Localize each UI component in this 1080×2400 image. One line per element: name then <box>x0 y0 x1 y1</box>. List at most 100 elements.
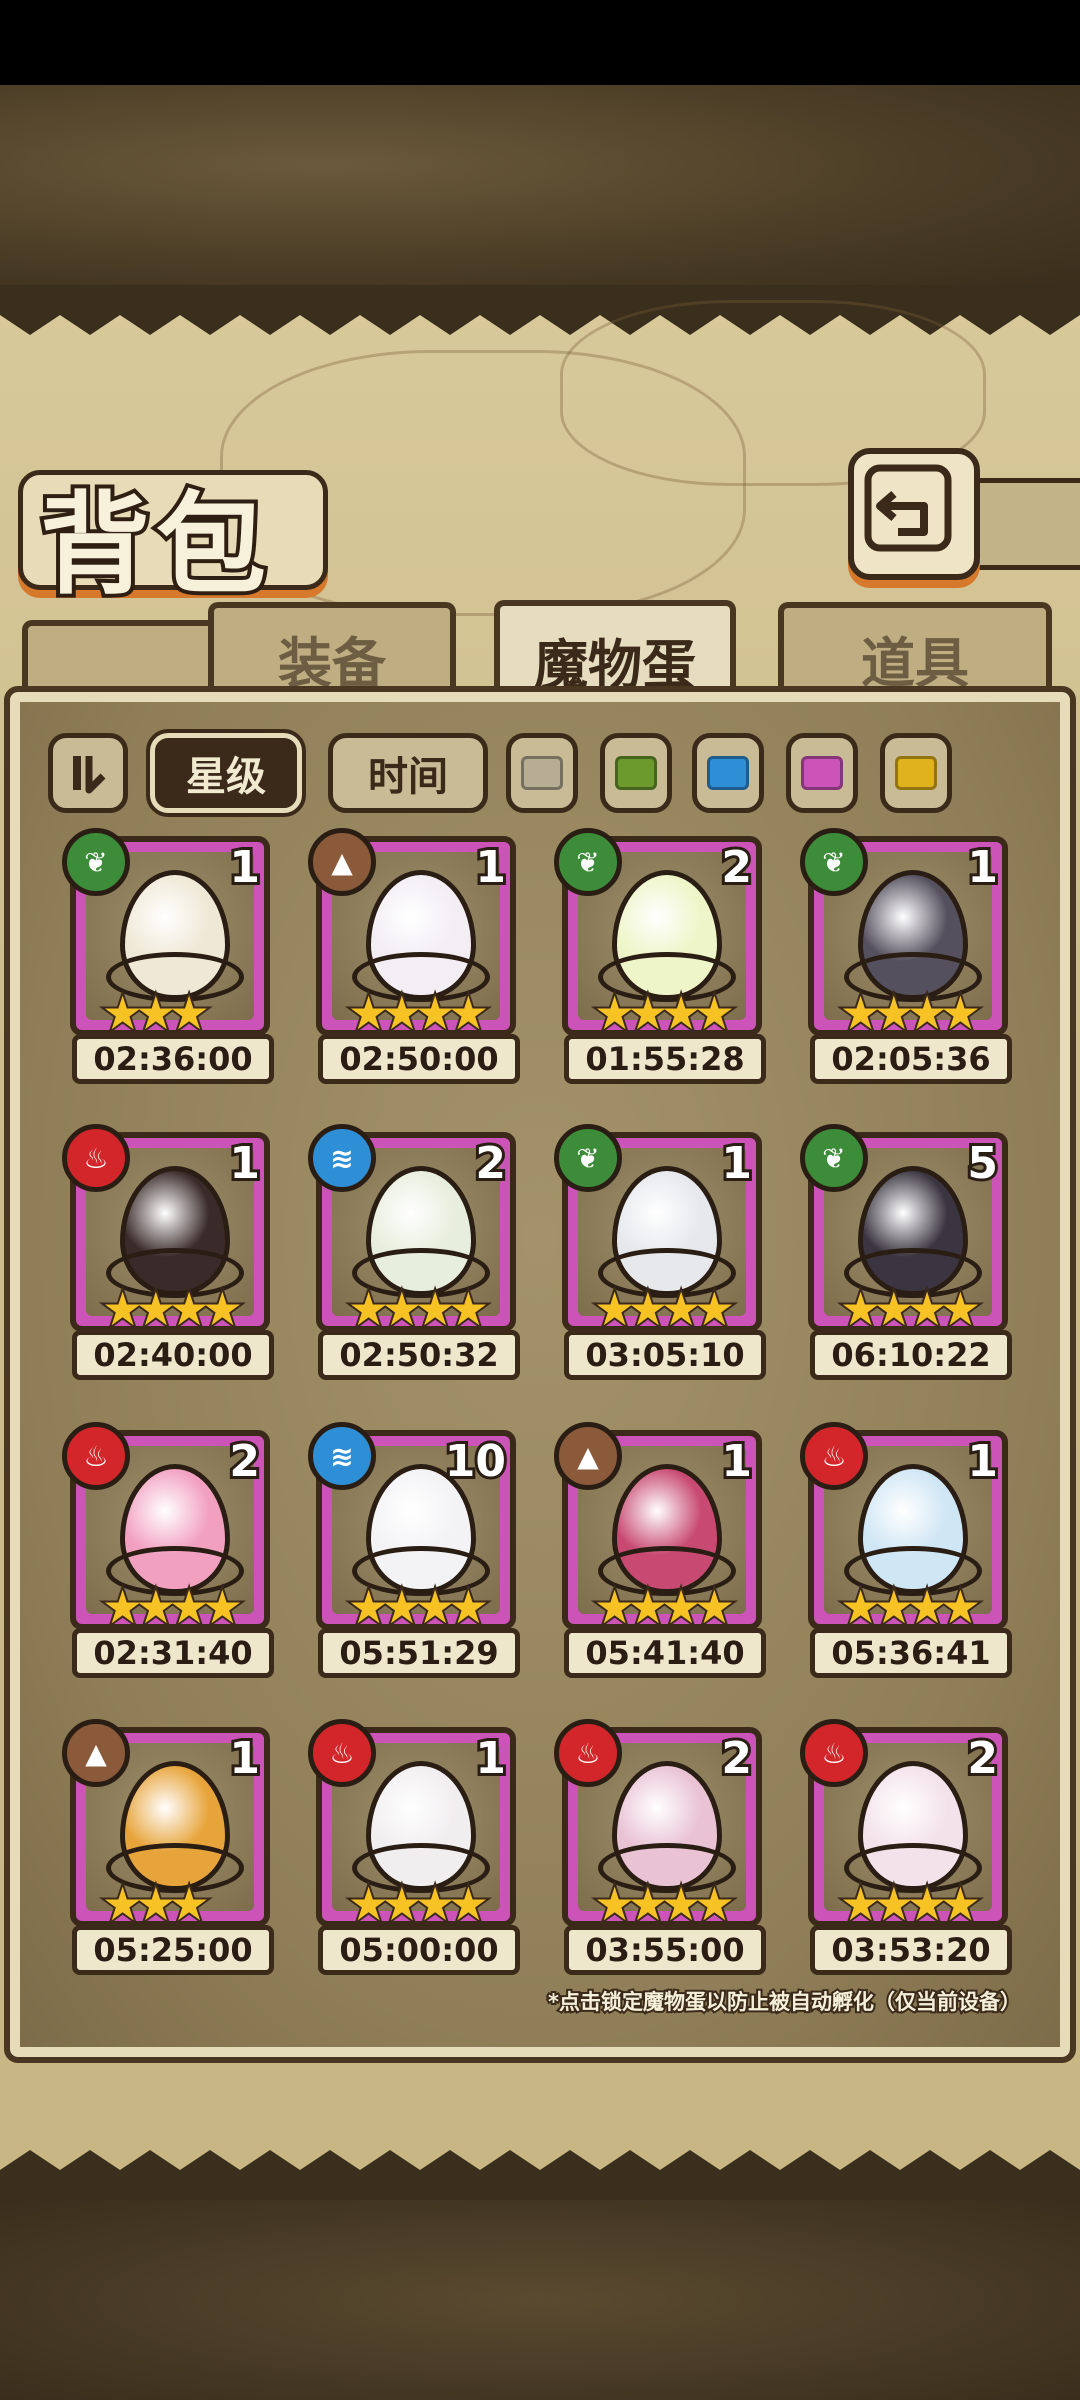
color-swatch <box>707 756 749 790</box>
element-earth-icon: ▲ <box>308 828 376 896</box>
hatch-timer: 05:41:40 <box>564 1628 766 1678</box>
zigzag-edge-bottom <box>0 2150 1080 2200</box>
hatch-timer: 02:50:00 <box>318 1034 520 1084</box>
egg-card[interactable]: 1 ★★★★ ▲ 02:50:00 <box>308 828 520 1084</box>
egg-card[interactable]: 1 ★★★★ ♨ 05:00:00 <box>308 1719 520 1975</box>
egg-star-rating: ★★★★ <box>838 1877 983 1931</box>
color-swatch <box>801 756 843 790</box>
color-swatch <box>615 756 657 790</box>
element-water-icon: ≋ <box>308 1422 376 1490</box>
element-leaf-icon: ❦ <box>62 828 130 896</box>
egg-count: 10 <box>442 1436 509 1487</box>
element-water-icon: ≋ <box>308 1124 376 1192</box>
egg-count: 1 <box>718 1436 755 1487</box>
element-earth-icon: ▲ <box>62 1719 130 1787</box>
egg-star-rating: ★★★★ <box>838 986 983 1040</box>
egg-star-rating: ★★★★ <box>838 1282 983 1336</box>
element-fire-icon: ♨ <box>800 1422 868 1490</box>
sort-by-time-button[interactable]: 时间 <box>328 733 488 813</box>
element-fire-icon: ♨ <box>800 1719 868 1787</box>
return-icon <box>864 464 952 552</box>
element-fire-icon: ♨ <box>62 1422 130 1490</box>
lock-hint-text: *点击锁定魔物蛋以防止被自动孵化（仅当前设备） <box>546 1988 1023 2016</box>
egg-count: 2 <box>718 842 755 893</box>
back-button-bar <box>968 478 1080 570</box>
color-filter-gray[interactable] <box>506 733 578 813</box>
hatch-timer: 03:53:20 <box>810 1925 1012 1975</box>
egg-star-rating: ★★★★ <box>592 986 737 1040</box>
egg-count: 1 <box>964 842 1001 893</box>
hatch-timer: 05:36:41 <box>810 1628 1012 1678</box>
egg-star-rating: ★★★ <box>100 986 212 1040</box>
egg-card[interactable]: 2 ★★★★ ♨ 03:55:00 <box>554 1719 766 1975</box>
egg-star-rating: ★★★ <box>100 1877 212 1931</box>
egg-card[interactable]: 1 ★★★ ▲ 05:25:00 <box>62 1719 274 1975</box>
egg-card[interactable]: 2 ★★★★ ≋ 02:50:32 <box>308 1124 520 1380</box>
egg-card[interactable]: 2 ★★★★ ♨ 02:31:40 <box>62 1422 274 1678</box>
egg-star-rating: ★★★★ <box>592 1580 737 1634</box>
egg-count: 2 <box>718 1733 755 1784</box>
egg-card[interactable]: 1 ★★★★ ♨ 05:36:41 <box>800 1422 1012 1678</box>
sort-by-stars-button[interactable]: 星级 <box>146 729 306 817</box>
egg-card[interactable]: 1 ★★★★ ❦ 02:05:36 <box>800 828 1012 1084</box>
color-swatch <box>521 756 563 790</box>
tab-label: 魔物蛋 <box>534 633 696 697</box>
egg-star-rating: ★★★★ <box>592 1282 737 1336</box>
hatch-timer: 01:55:28 <box>564 1034 766 1084</box>
background-map-top <box>0 85 1080 285</box>
egg-card[interactable]: 1 ★★★★ ♨ 02:40:00 <box>62 1124 274 1380</box>
color-swatch <box>895 756 937 790</box>
hatch-timer: 02:31:40 <box>72 1628 274 1678</box>
egg-star-rating: ★★★★ <box>346 1580 491 1634</box>
tab-label: 道具 <box>861 631 969 695</box>
element-leaf-icon: ❦ <box>554 1124 622 1192</box>
egg-count: 1 <box>472 1733 509 1784</box>
egg-card[interactable]: 2 ★★★★ ❦ 01:55:28 <box>554 828 766 1084</box>
hatch-timer: 03:05:10 <box>564 1330 766 1380</box>
egg-count: 5 <box>964 1138 1001 1189</box>
hatch-timer: 05:51:29 <box>318 1628 520 1678</box>
back-button[interactable] <box>848 448 980 580</box>
egg-star-rating: ★★★★ <box>100 1580 245 1634</box>
egg-star-rating: ★★★★ <box>346 1877 491 1931</box>
egg-count: 1 <box>472 842 509 893</box>
tab-label: 装备 <box>278 631 386 695</box>
egg-count: 2 <box>964 1733 1001 1784</box>
color-filter-blue[interactable] <box>692 733 764 813</box>
hatch-timer: 02:36:00 <box>72 1034 274 1084</box>
egg-card[interactable]: 1 ★★★★ ❦ 03:05:10 <box>554 1124 766 1380</box>
egg-count: 1 <box>226 842 263 893</box>
sort-toggle-icon <box>73 756 106 794</box>
element-fire-icon: ♨ <box>62 1124 130 1192</box>
egg-card[interactable]: 2 ★★★★ ♨ 03:53:20 <box>800 1719 1012 1975</box>
element-leaf-icon: ❦ <box>800 1124 868 1192</box>
egg-star-rating: ★★★★ <box>346 986 491 1040</box>
sort-by-stars-label: 星级 <box>186 754 266 800</box>
hatch-timer: 02:50:32 <box>318 1330 520 1380</box>
hatch-timer: 05:25:00 <box>72 1925 274 1975</box>
egg-card[interactable]: 10 ★★★★ ≋ 05:51:29 <box>308 1422 520 1678</box>
egg-star-rating: ★★★★ <box>346 1282 491 1336</box>
element-earth-icon: ▲ <box>554 1422 622 1490</box>
egg-card[interactable]: 1 ★★★★ ▲ 05:41:40 <box>554 1422 766 1678</box>
egg-card[interactable]: 5 ★★★★ ❦ 06:10:22 <box>800 1124 1012 1380</box>
egg-star-rating: ★★★★ <box>592 1877 737 1931</box>
background-map-bottom <box>0 2200 1080 2400</box>
sort-toggle-button[interactable] <box>48 733 128 813</box>
egg-count: 1 <box>226 1138 263 1189</box>
page-title: 背包 <box>36 477 272 613</box>
hatch-timer: 06:10:22 <box>810 1330 1012 1380</box>
status-bar <box>0 0 1080 85</box>
sort-by-time-label: 时间 <box>368 754 448 800</box>
color-filter-yellow[interactable] <box>880 733 952 813</box>
element-leaf-icon: ❦ <box>554 828 622 896</box>
hatch-timer: 02:40:00 <box>72 1330 274 1380</box>
element-leaf-icon: ❦ <box>800 828 868 896</box>
color-filter-pink[interactable] <box>786 733 858 813</box>
egg-star-rating: ★★★★ <box>838 1580 983 1634</box>
color-filter-green[interactable] <box>600 733 672 813</box>
element-fire-icon: ♨ <box>554 1719 622 1787</box>
egg-count: 2 <box>226 1436 263 1487</box>
egg-star-rating: ★★★★ <box>100 1282 245 1336</box>
egg-card[interactable]: 1 ★★★ ❦ 02:36:00 <box>62 828 274 1084</box>
